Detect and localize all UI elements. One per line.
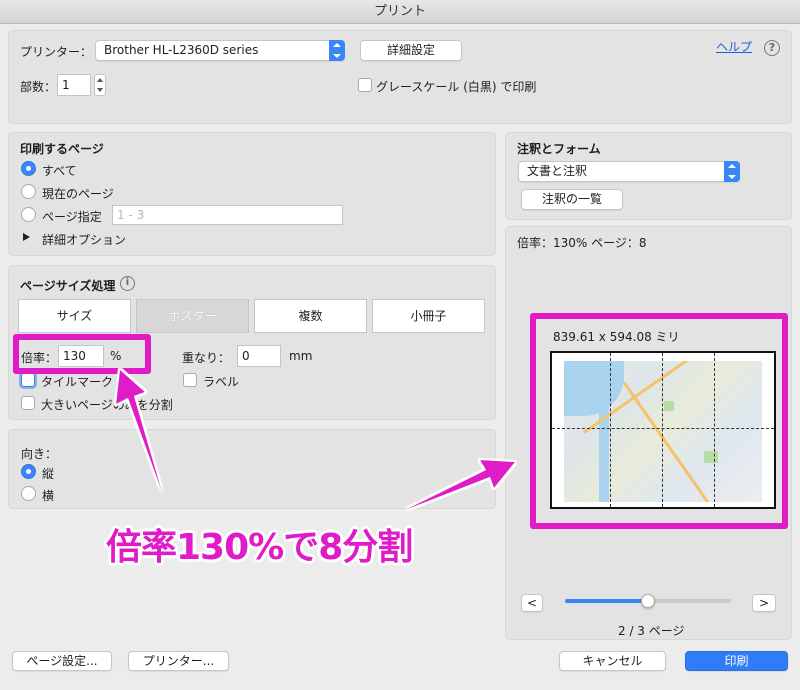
arrow-to-preview [405,460,515,510]
arrow-to-scale [116,370,162,492]
overlay-caption: 倍率130%で8分割 [106,527,413,568]
annotation-arrows [116,370,515,510]
